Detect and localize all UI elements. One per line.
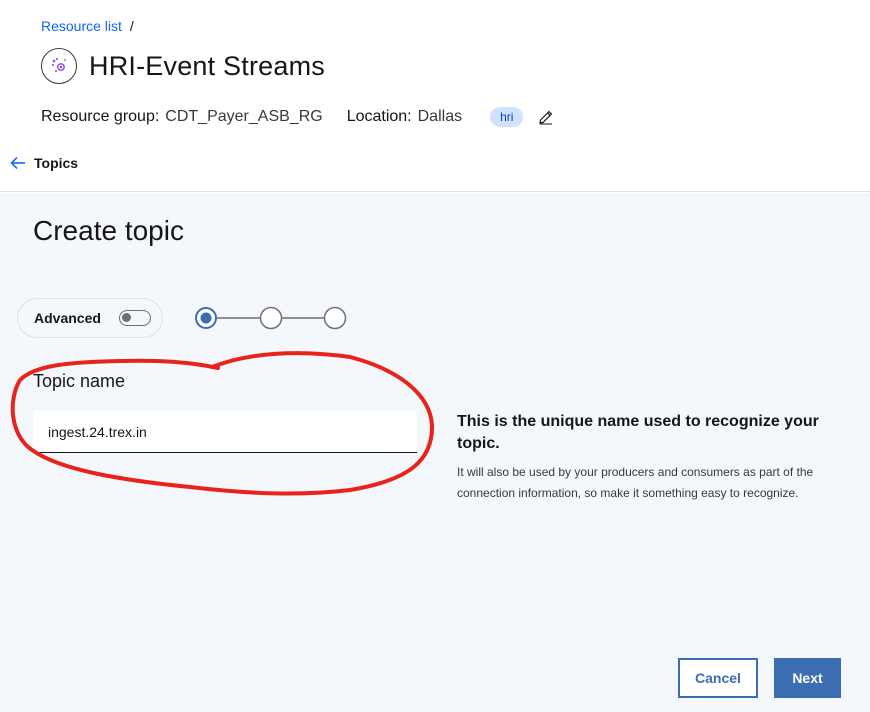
event-streams-icon (41, 48, 77, 84)
next-button[interactable]: Next (774, 658, 841, 698)
help-title: This is the unique name used to recogniz… (457, 413, 819, 452)
step-1-dot (200, 312, 212, 324)
tag-hri: hri (490, 107, 524, 127)
advanced-switch[interactable] (118, 310, 151, 326)
page-header: Resource list / HRI-Event Streams Resour… (0, 0, 870, 192)
step-2 (259, 306, 283, 330)
back-to-topics[interactable]: Topics (8, 153, 78, 173)
breadcrumb-resource-list-link[interactable]: Resource list (41, 18, 122, 34)
advanced-label: Advanced (34, 310, 101, 326)
resource-group-label: Resource group: (41, 108, 160, 125)
cancel-button[interactable]: Cancel (678, 658, 758, 698)
service-title: HRI-Event Streams (89, 50, 325, 81)
service-title-row: HRI-Event Streams (41, 48, 325, 84)
advanced-toggle[interactable]: Advanced (17, 298, 163, 338)
create-topic-panel: Create topic Advanced Topic name This is… (0, 193, 870, 712)
location-label: Location: (346, 108, 412, 125)
help-text: It will also be used by your producers a… (457, 465, 814, 500)
page-title: Create topic (33, 215, 184, 246)
back-label[interactable]: Topics (34, 155, 78, 171)
location-value: Dallas (417, 108, 463, 125)
switch-knob (121, 313, 131, 322)
breadcrumb: Resource list / (41, 18, 134, 34)
edit-tags-icon[interactable] (537, 108, 555, 126)
progress-stepper (195, 306, 347, 330)
topic-name-label: Topic name (33, 371, 126, 391)
breadcrumb-separator: / (129, 18, 134, 34)
arrow-left-icon[interactable] (8, 153, 28, 173)
resource-group-value: CDT_Payer_ASB_RG (165, 108, 323, 125)
resource-meta-row: Resource group: CDT_Payer_ASB_RG Locatio… (41, 107, 555, 127)
step-3 (323, 306, 347, 330)
topic-name-input[interactable] (33, 411, 417, 453)
